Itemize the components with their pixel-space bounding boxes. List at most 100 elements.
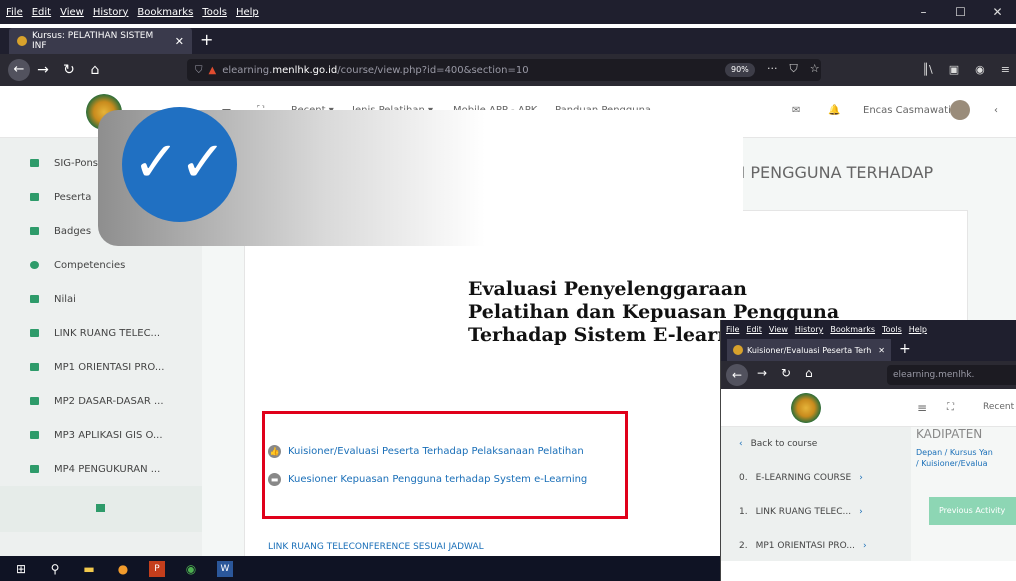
- folder-icon[interactable]: [96, 504, 105, 512]
- folder-icon: [30, 397, 39, 405]
- folder-icon: [30, 159, 39, 167]
- url-actions: ··· ⛉ ☆: [767, 62, 820, 76]
- sidebar-item-mp3[interactable]: MP3 APLIKASI GIS O...: [0, 418, 202, 452]
- sidebar-item-nilai[interactable]: Nilai: [0, 282, 202, 316]
- forward-button[interactable]: →: [30, 62, 56, 78]
- site-logo[interactable]: [791, 393, 821, 423]
- badge-icon: [30, 227, 39, 235]
- link-kuisioner-evaluasi[interactable]: 👍 Kuisioner/Evaluasi Peserta Terhadap Pel…: [268, 445, 584, 458]
- back-to-course[interactable]: ‹ Back to course: [721, 427, 911, 461]
- menu-tools[interactable]: Tools: [882, 325, 902, 334]
- account-icon[interactable]: ◉: [975, 63, 985, 76]
- back-button[interactable]: ←: [726, 364, 748, 386]
- sidebar-item-mp4[interactable]: MP4 PENGUKURAN ...: [0, 452, 202, 486]
- windows-start-icon[interactable]: ⊞: [13, 561, 29, 577]
- home-button[interactable]: ⌂: [82, 62, 108, 78]
- sidebar-item-competencies[interactable]: Competencies: [0, 248, 202, 282]
- double-check-icon: ✓✓: [122, 107, 237, 222]
- nav-recent[interactable]: Recent: [983, 402, 1014, 412]
- library-icon[interactable]: ║\: [922, 63, 932, 76]
- thumbs-up-icon: 👍: [268, 445, 281, 458]
- chevron-left-icon[interactable]: ‹: [994, 105, 998, 116]
- menu-view[interactable]: View: [769, 325, 788, 334]
- folder-icon: [30, 431, 39, 439]
- highlight-box: [262, 411, 628, 519]
- folder-icon: [30, 465, 39, 473]
- breadcrumb: Depan / Kursus Yan / Kuisioner/Evalua: [916, 448, 993, 468]
- window-controls: – ☐ ✕: [905, 0, 1016, 24]
- menu-help[interactable]: Help: [909, 325, 927, 334]
- new-tab-button[interactable]: +: [899, 341, 911, 357]
- close-tab-icon[interactable]: ✕: [175, 35, 184, 48]
- favicon-icon: [733, 345, 743, 355]
- bell-icon[interactable]: 🔔: [828, 105, 840, 116]
- firefox-icon[interactable]: ●: [115, 561, 131, 577]
- search-icon[interactable]: ⚲: [47, 561, 63, 577]
- folder-icon: [30, 363, 39, 371]
- new-tab-button[interactable]: +: [200, 30, 213, 49]
- pocket-icon[interactable]: ⛉: [790, 62, 798, 76]
- menu-edit[interactable]: Edit: [746, 325, 762, 334]
- menu-bookmarks[interactable]: Bookmarks: [137, 7, 193, 18]
- link-ruang-teleconference[interactable]: LINK RUANG TELECONFERENCE SESUAI JADWAL: [268, 542, 484, 552]
- forward-button[interactable]: →: [757, 366, 767, 380]
- close-window-button[interactable]: ✕: [979, 0, 1016, 24]
- url-bar-2[interactable]: elearning.menlhk.: [887, 365, 1016, 385]
- chevron-right-icon: ›: [859, 473, 863, 483]
- sidebar-item-mp1[interactable]: MP1 ORIENTASI PRO...: [0, 350, 202, 384]
- sidebar-item-link-ruang[interactable]: 1. LINK RUANG TELEC... ›: [721, 495, 911, 529]
- menu-help[interactable]: Help: [236, 7, 259, 18]
- menu-view[interactable]: View: [60, 7, 84, 18]
- shield-icon: ⛉: [195, 64, 203, 76]
- back-button[interactable]: ←: [8, 59, 30, 81]
- sidebar-footer: [0, 486, 202, 532]
- menu-tools[interactable]: Tools: [202, 7, 227, 18]
- tab-title: Kursus: PELATIHAN SISTEM INF: [31, 31, 154, 51]
- chrome-icon[interactable]: ◉: [183, 561, 199, 577]
- user-name[interactable]: Encas Casmawati: [863, 105, 951, 116]
- tab-active-2[interactable]: Kuisioner/Evaluasi Peserta Terh ✕: [727, 339, 891, 361]
- menu-history[interactable]: History: [795, 325, 823, 334]
- maximize-button[interactable]: ☐: [942, 0, 979, 24]
- home-button[interactable]: ⌂: [805, 366, 813, 380]
- previous-activity-button[interactable]: Previous Activity: [929, 497, 1016, 525]
- message-icon[interactable]: ✉: [792, 105, 800, 116]
- page-content-2: ≡ ⛶ Recent ‹ Back to course 0. E-LEARNING …: [721, 389, 1016, 561]
- avatar[interactable]: [950, 100, 970, 120]
- menu-file[interactable]: File: [726, 325, 739, 334]
- star-icon: [30, 295, 39, 303]
- minimize-button[interactable]: –: [905, 0, 942, 24]
- site-header-2: ≡ ⛶ Recent: [721, 389, 1016, 427]
- reload-button[interactable]: ↻: [781, 366, 791, 380]
- sidebar-item-elearning[interactable]: 0. E-LEARNING COURSE ›: [721, 461, 911, 495]
- favicon-icon: [17, 36, 27, 46]
- sidebar-icon[interactable]: ▣: [949, 63, 959, 76]
- hamburger-menu-icon[interactable]: ≡: [1001, 63, 1010, 76]
- reload-button[interactable]: ↻: [56, 62, 82, 78]
- chevron-right-icon: ›: [862, 541, 867, 551]
- menu-file[interactable]: File: [6, 7, 23, 18]
- activity-heading: KADIPATEN: [916, 427, 983, 441]
- powerpoint-icon[interactable]: P: [149, 560, 165, 577]
- menu-edit[interactable]: Edit: [32, 7, 51, 18]
- menu-history[interactable]: History: [93, 7, 129, 18]
- bookmark-star-icon[interactable]: ☆: [810, 62, 820, 76]
- more-icon[interactable]: ···: [767, 62, 778, 76]
- tab-bar: Kursus: PELATIHAN SISTEM INF ✕ +: [0, 28, 1016, 54]
- drawer-toggle-icon[interactable]: ≡: [917, 401, 927, 415]
- word-icon[interactable]: W: [217, 560, 233, 577]
- sidebar-item-mp2[interactable]: MP2 DASAR-DASAR ...: [0, 384, 202, 418]
- tab-active[interactable]: Kursus: PELATIHAN SISTEM INF ✕: [9, 28, 192, 54]
- sidebar-item-mp1[interactable]: 2. MP1 ORIENTASI PRO... ›: [721, 529, 911, 563]
- close-tab-icon[interactable]: ✕: [878, 346, 885, 355]
- sidebar-item-link-ruang[interactable]: LINK RUANG TELEC...: [0, 316, 202, 350]
- link-kuesioner-kepuasan[interactable]: ▬ Kuesioner Kepuasan Pengguna terhadap Sy…: [268, 473, 587, 486]
- file-explorer-icon[interactable]: ▬: [81, 561, 97, 577]
- fullscreen-icon[interactable]: ⛶: [947, 402, 954, 413]
- menu-bookmarks[interactable]: Bookmarks: [830, 325, 875, 334]
- chevron-left-icon: ‹: [739, 439, 743, 449]
- chat-icon: ▬: [268, 473, 281, 486]
- zoom-level[interactable]: 90%: [725, 63, 755, 77]
- url-bar[interactable]: ⛉ ▲ elearning.menlhk.go.id/course/view.p…: [187, 59, 821, 81]
- menu-bar-2: File Edit View History Bookmarks Tools H…: [721, 320, 1016, 339]
